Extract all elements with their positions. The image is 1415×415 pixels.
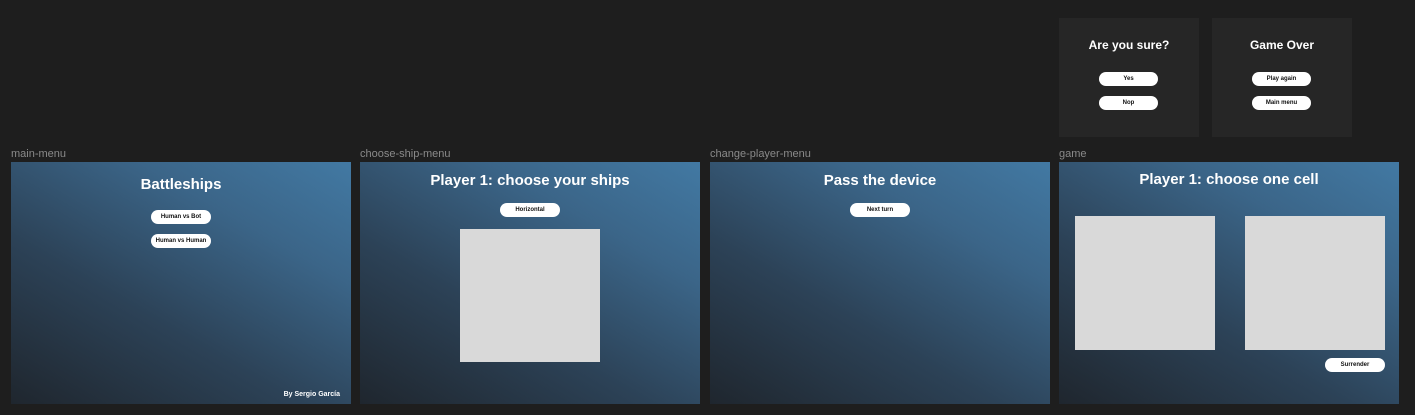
human-vs-bot-button[interactable]: Human vs Bot bbox=[151, 210, 211, 224]
design-canvas: Are you sure? Yes Nop Game Over Play aga… bbox=[0, 0, 1415, 415]
game-over-popup: Game Over Play again Main menu bbox=[1212, 18, 1352, 137]
confirm-popup-title: Are you sure? bbox=[1088, 38, 1170, 52]
no-button[interactable]: Nop bbox=[1099, 96, 1158, 110]
change-player-menu-frame: Pass the device Next turn bbox=[710, 162, 1050, 404]
human-vs-human-button[interactable]: Human vs Human bbox=[151, 234, 211, 248]
choose-ship-menu-frame-label[interactable]: choose-ship-menu bbox=[360, 148, 451, 160]
ship-placement-board[interactable] bbox=[460, 229, 600, 362]
surrender-button[interactable]: Surrender bbox=[1325, 358, 1385, 372]
opponent-board[interactable] bbox=[1245, 216, 1385, 350]
author-credit: By Sergio García bbox=[283, 391, 340, 398]
change-player-menu-frame-label[interactable]: change-player-menu bbox=[710, 148, 811, 160]
main-menu-frame-label[interactable]: main-menu bbox=[11, 148, 66, 160]
game-over-popup-title: Game Over bbox=[1249, 38, 1315, 52]
play-again-button[interactable]: Play again bbox=[1252, 72, 1311, 86]
yes-button[interactable]: Yes bbox=[1099, 72, 1158, 86]
game-title: Player 1: choose one cell bbox=[1139, 171, 1319, 188]
next-turn-button[interactable]: Next turn bbox=[850, 203, 910, 217]
game-frame: Player 1: choose one cell Surrender bbox=[1059, 162, 1399, 404]
confirm-popup: Are you sure? Yes Nop bbox=[1059, 18, 1199, 137]
orientation-toggle-button[interactable]: Horizontal bbox=[500, 203, 560, 217]
choose-ship-menu-title: Player 1: choose your ships bbox=[430, 172, 630, 189]
own-board[interactable] bbox=[1075, 216, 1215, 350]
main-menu-button[interactable]: Main menu bbox=[1252, 96, 1311, 110]
game-frame-label[interactable]: game bbox=[1059, 148, 1087, 160]
main-menu-title: Battleships bbox=[140, 176, 222, 193]
change-player-menu-title: Pass the device bbox=[823, 172, 937, 189]
main-menu-frame: Battleships Human vs Bot Human vs Human … bbox=[11, 162, 351, 404]
choose-ship-menu-frame: Player 1: choose your ships Horizontal bbox=[360, 162, 700, 404]
